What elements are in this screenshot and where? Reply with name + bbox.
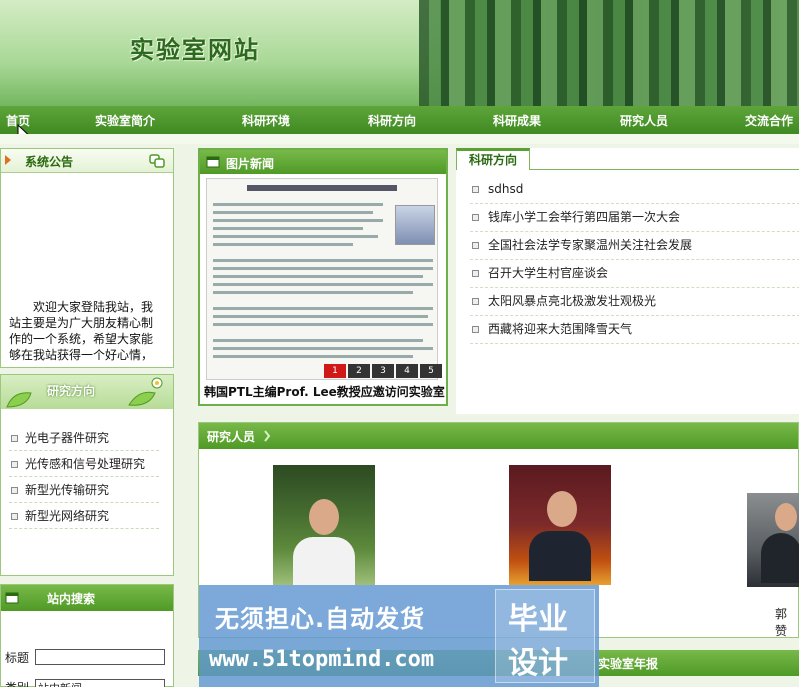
site-search-title: 站内搜索 xyxy=(47,592,96,606)
list-item[interactable]: 新型光网络研究 xyxy=(9,503,159,529)
pager-item[interactable]: 1 xyxy=(324,364,346,378)
site-banner: 实验室网站 xyxy=(0,0,799,106)
watermark-badge-top: 毕业 xyxy=(508,602,568,637)
researchers-title: 研究人员 xyxy=(207,430,256,444)
photo-pager: 1 2 3 4 5 xyxy=(324,364,442,378)
list-item[interactable]: 全国社会法学专家聚温州关注社会发展 xyxy=(470,232,799,260)
researcher-photo[interactable] xyxy=(747,493,799,587)
research-tab-panel: 科研方向 sdhsd 钱库小学工会举行第四届第一次大会 全国社会法学专家聚温州关… xyxy=(456,148,799,414)
search-category-label: 类别 xyxy=(5,679,29,687)
pager-item[interactable]: 2 xyxy=(348,364,370,378)
photo-caption[interactable]: 韩国PTL主编Prof. Lee教授应邀访问实验室 xyxy=(204,383,445,400)
watermark-badge-bottom: 设计 xyxy=(508,646,568,681)
nav-research-direction[interactable]: 科研方向 xyxy=(368,112,416,129)
annual-report-title: 实验室年报 xyxy=(598,657,659,671)
researcher-photo[interactable] xyxy=(509,465,611,585)
pager-item[interactable]: 3 xyxy=(372,364,394,378)
windows-icon[interactable] xyxy=(149,154,165,168)
watermark-line1: 无须担心.自动发货 xyxy=(215,605,426,633)
notice-panel: 系统公告 欢迎大家登陆我站，我站主要是为广大朋友精心制作的一个系统，希望大家能够… xyxy=(0,148,174,368)
search-category-select[interactable]: 站内新闻 xyxy=(35,679,165,687)
list-item[interactable]: 召开大学生村官座谈会 xyxy=(470,260,799,288)
nav-cooperation[interactable]: 交流合作 xyxy=(745,112,793,129)
window-icon xyxy=(206,156,220,168)
main-nav: 首页 实验室简介 科研环境 科研方向 科研成果 研究人员 交流合作 xyxy=(0,106,799,134)
research-sidebar-header: 研究方向 xyxy=(1,375,173,409)
nav-shadow xyxy=(0,134,799,144)
banner-trees xyxy=(419,0,799,106)
photo-news-header: 图片新闻 xyxy=(200,150,446,174)
nav-researchers[interactable]: 研究人员 xyxy=(620,112,668,129)
watermark-badge: 毕业 设计 xyxy=(495,589,595,683)
annual-report-header: 实验室年报 xyxy=(592,650,799,676)
site-search-panel: 站内搜索 标题 类别 站内新闻 xyxy=(0,584,174,687)
researcher-photo[interactable] xyxy=(273,465,375,585)
research-sidebar-list: 光电子器件研究 光传感和信号处理研究 新型光传输研究 新型光网络研究 xyxy=(9,425,159,529)
chevron-right-icon xyxy=(264,430,271,442)
photo-news-title: 图片新闻 xyxy=(226,157,275,171)
pager-item[interactable]: 5 xyxy=(420,364,442,378)
notice-title: 系统公告 xyxy=(25,155,74,169)
photo-news-panel: 图片新闻 1 2 3 4 5 韩国PTL主编Prof. Lee教授应邀访问实验室 xyxy=(198,148,448,406)
notice-header: 系统公告 xyxy=(1,149,173,173)
researcher-name[interactable]: 郭赞 xyxy=(775,605,798,639)
research-tab-list: sdhsd 钱库小学工会举行第四届第一次大会 全国社会法学专家聚温州关注社会发展… xyxy=(470,176,799,344)
flower-icon xyxy=(128,377,163,406)
nav-research-env[interactable]: 科研环境 xyxy=(242,112,290,129)
list-item[interactable]: 西藏将迎来大范围降雪天气 xyxy=(470,316,799,344)
search-title-input[interactable] xyxy=(35,649,165,665)
list-item[interactable]: sdhsd xyxy=(470,176,799,204)
search-title-label: 标题 xyxy=(5,651,30,665)
list-item[interactable]: 太阳风暴点亮北极激发壮观极光 xyxy=(470,288,799,316)
nav-research-results[interactable]: 科研成果 xyxy=(493,112,541,129)
site-title: 实验室网站 xyxy=(130,35,260,64)
researchers-header: 研究人员 xyxy=(199,423,798,449)
list-item[interactable]: 光传感和信号处理研究 xyxy=(9,451,159,477)
list-item[interactable]: 光电子器件研究 xyxy=(9,425,159,451)
nav-lab-intro[interactable]: 实验室简介 xyxy=(95,112,155,129)
watermark-overlay: 无须担心.自动发货 www.51topmind.com 毕业 设计 xyxy=(199,585,599,687)
news-photo[interactable] xyxy=(206,178,438,380)
site-search-header: 站内搜索 xyxy=(1,585,173,611)
window-icon xyxy=(5,592,19,604)
tab-research-direction[interactable]: 科研方向 xyxy=(456,148,531,170)
notice-text: 欢迎大家登陆我站，我站主要是为广大朋友精心制作的一个系统，希望大家能够在我站获得… xyxy=(9,300,154,362)
list-item[interactable]: 钱库小学工会举行第四届第一次大会 xyxy=(470,204,799,232)
arrow-right-icon xyxy=(5,155,11,165)
research-sidebar-panel: 研究方向 光电子器件研究 光传感和信号处理研究 新型光传输研究 新型光网络研究 xyxy=(0,374,174,576)
leaf-icon xyxy=(6,392,32,408)
watermark-url: www.51topmind.com xyxy=(209,647,435,672)
pager-item[interactable]: 4 xyxy=(396,364,418,378)
list-item[interactable]: 新型光传输研究 xyxy=(9,477,159,503)
research-sidebar-title: 研究方向 xyxy=(47,384,96,398)
